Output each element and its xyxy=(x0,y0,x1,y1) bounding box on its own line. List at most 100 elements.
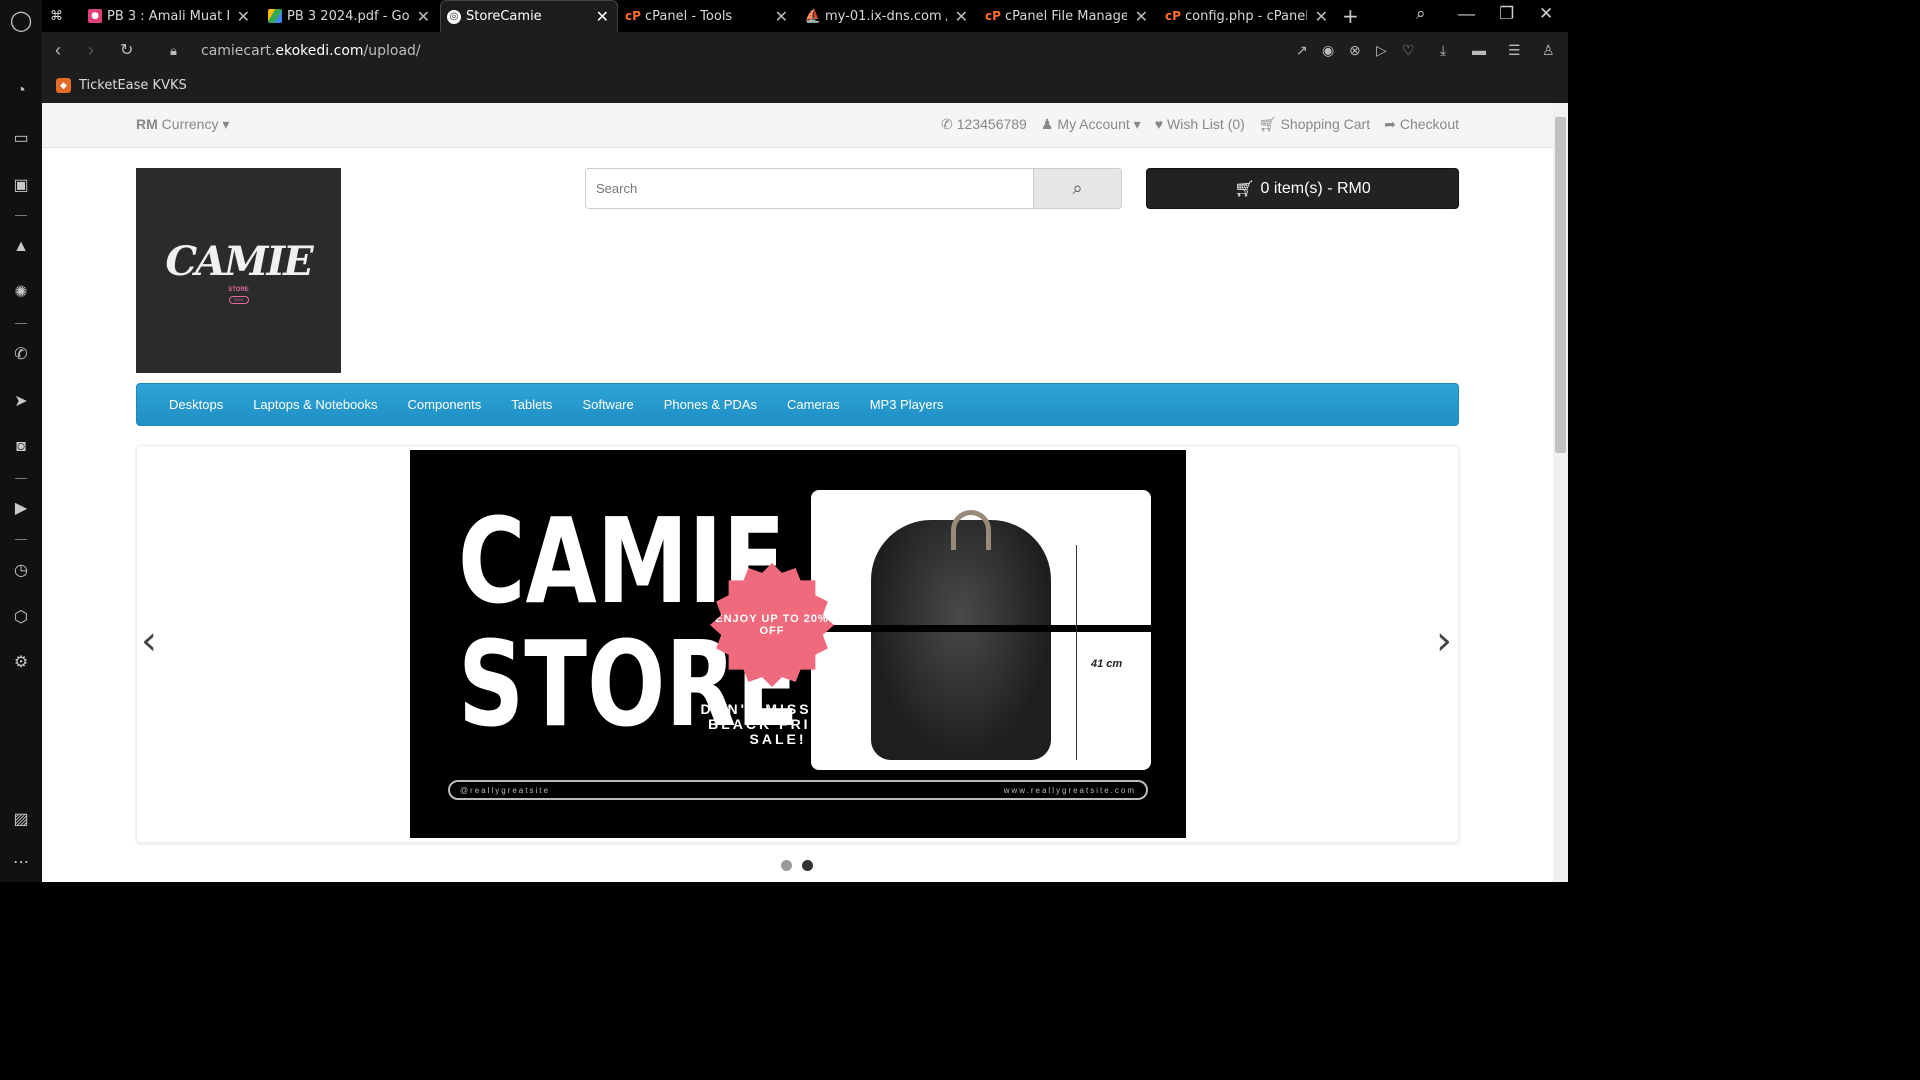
banner-image[interactable]: CAMIE STORE 41 cm ENJOY UP TO 20% OFF DO… xyxy=(410,450,1186,838)
checkout-label: Checkout xyxy=(1399,116,1459,132)
share-icon[interactable]: ↗ xyxy=(1296,42,1308,59)
back-icon[interactable]: ‹ xyxy=(55,40,61,61)
shopping-cart-link[interactable]: 🛒︎ Shopping Cart xyxy=(1259,116,1370,133)
sidebar-divider xyxy=(15,478,27,479)
search-tabs-icon[interactable]: ⌕ xyxy=(1416,4,1426,24)
easy-setup-icon[interactable]: ☰ xyxy=(1508,42,1521,59)
slide-dot-2[interactable] xyxy=(802,860,813,871)
tab-islands-icon[interactable]: ⌘ xyxy=(50,0,80,32)
search-button[interactable]: ⌕ xyxy=(1033,169,1121,208)
cart-button[interactable]: 🛒︎ 0 item(s) - RM0 xyxy=(1146,168,1459,209)
close-icon[interactable]: ✕ xyxy=(588,7,617,26)
url-prefix: camiecart. xyxy=(201,43,276,59)
restore-icon[interactable]: ❐ xyxy=(1499,4,1514,24)
banner-handle: @reallygreatsite xyxy=(460,785,550,795)
aria-icon[interactable]: ▲ xyxy=(10,236,32,258)
backpack-image xyxy=(871,520,1051,760)
settings-gear-icon[interactable]: ⚙ xyxy=(10,651,32,673)
drive-icon xyxy=(268,9,282,23)
tab-item[interactable]: ⛵ my-01.ix-dns.com / loc ✕ xyxy=(800,0,976,32)
more-icon[interactable]: ⋯ xyxy=(10,851,32,873)
my-account-link[interactable]: ♟ My Account ▾ xyxy=(1041,116,1141,133)
menu-item-software[interactable]: Software xyxy=(567,397,648,412)
cpu-icon[interactable]: ▣ xyxy=(10,174,32,196)
discord-icon[interactable]: ◙ xyxy=(10,436,32,458)
tab-title: cPanel - Tools xyxy=(645,8,733,24)
wish-list-link[interactable]: ♥ Wish List (0) xyxy=(1155,116,1245,133)
send-icon[interactable]: ▷ xyxy=(1376,42,1387,59)
menu-item-tablets[interactable]: Tablets xyxy=(496,397,567,412)
chatgpt-icon[interactable]: ✺ xyxy=(10,281,32,303)
opera-logo-icon[interactable]: ◯ xyxy=(10,9,32,32)
telegram-icon[interactable]: ➤ xyxy=(10,390,32,412)
minimize-icon[interactable]: — xyxy=(1458,4,1475,24)
tab-item[interactable]: cP cPanel - Tools ✕ xyxy=(620,0,796,32)
tab-item[interactable]: PB 3 2024.pdf - Google ✕ xyxy=(262,0,438,32)
globe-icon: ◎ xyxy=(447,9,461,24)
store-top-bar: RM Currency ▾ ✆ 123456789 ♟ My Account ▾ ♥… xyxy=(42,103,1553,148)
close-icon[interactable]: ✕ xyxy=(229,7,258,26)
whatsapp-icon[interactable]: ✆ xyxy=(10,343,32,365)
next-slide-icon[interactable]: › xyxy=(1436,618,1452,664)
banner-footer: @reallygreatsite www.reallygreatsite.com xyxy=(448,780,1148,800)
tab-item-active[interactable]: ◎ StoreCamie ✕ xyxy=(440,0,618,32)
close-icon[interactable]: ✕ xyxy=(409,7,438,26)
reload-icon[interactable]: ↻ xyxy=(120,40,133,60)
phone-link[interactable]: ✆ 123456789 xyxy=(941,116,1027,133)
page-viewport: RM Currency ▾ ✆ 123456789 ♟ My Account ▾ ♥… xyxy=(42,103,1568,882)
backpack-strap xyxy=(951,510,991,550)
browser-sidebar: ◯ ◔ ▭ ▣ ▲ ✺ ✆ ➤ ◙ ▶ ◷ ⬡ ⚙ ▨ ⋯ xyxy=(0,0,42,882)
search-input[interactable] xyxy=(586,169,1033,208)
sidebar-divider xyxy=(15,215,27,216)
heart-icon[interactable]: ♡ xyxy=(1402,42,1415,59)
slide-dot-1[interactable] xyxy=(781,860,792,871)
lock-icon[interactable]: 🔒︎ xyxy=(170,43,177,59)
forward-icon[interactable]: › xyxy=(88,40,94,61)
close-icon[interactable]: ✕ xyxy=(947,7,976,26)
menu-item-cameras[interactable]: Cameras xyxy=(772,397,855,412)
page-scrollbar[interactable] xyxy=(1553,103,1568,882)
battery-icon[interactable]: ▬ xyxy=(1472,42,1486,58)
extensions-icon[interactable]: ⬡ xyxy=(10,606,32,628)
tab-item[interactable]: cP config.php - cPanel File ✕ xyxy=(1160,0,1336,32)
menu-item-phones[interactable]: Phones & PDAs xyxy=(649,397,772,412)
briefcase-icon[interactable]: ▭ xyxy=(10,127,32,149)
speed-dial-icon[interactable]: ◔ xyxy=(10,80,32,102)
sidebar-divider xyxy=(15,539,27,540)
heart-icon: ♥ xyxy=(1154,116,1164,132)
close-icon[interactable]: ✕ xyxy=(1127,7,1156,26)
badge-text: ENJOY UP TO 20% OFF xyxy=(715,613,829,637)
tab-title: PB 3 2024.pdf - Google xyxy=(287,8,409,24)
close-window-icon[interactable]: ✕ xyxy=(1539,4,1553,24)
scrollbar-thumb[interactable] xyxy=(1555,117,1566,453)
bookmark-item[interactable]: ◆ TicketEase KVKS xyxy=(56,78,187,93)
url-field[interactable]: camiecart.ekokedi.com/upload/ xyxy=(201,43,421,59)
new-tab-plus-icon[interactable]: + xyxy=(1342,0,1370,32)
profile-icon[interactable]: ♙ xyxy=(1542,42,1555,59)
tab-item[interactable]: cP cPanel File Manager v3 ✕ xyxy=(980,0,1156,32)
currency-label: Currency xyxy=(161,116,219,132)
prev-slide-icon[interactable]: ‹ xyxy=(141,618,157,664)
history-icon[interactable]: ◷ xyxy=(10,559,32,581)
checkout-link[interactable]: ➦ Checkout xyxy=(1384,116,1459,133)
menu-item-mp3[interactable]: MP3 Players xyxy=(855,397,959,412)
menu-item-desktops[interactable]: Desktops xyxy=(154,397,238,412)
share-icon: ➦ xyxy=(1384,116,1396,132)
store-logo[interactable]: CAMIE STORE 2024 xyxy=(136,168,341,373)
cart-label: 0 item(s) - RM0 xyxy=(1260,179,1371,197)
close-icon[interactable]: ✕ xyxy=(1307,7,1336,26)
cpanel-icon: cP xyxy=(985,9,1001,23)
camera-icon[interactable]: ◉ xyxy=(1322,42,1334,59)
tab-item[interactable]: ● PB 3 : Amali Muat Naik ✕ xyxy=(82,0,258,32)
download-icon[interactable]: ⤓ xyxy=(1440,42,1446,59)
menu-item-components[interactable]: Components xyxy=(393,397,497,412)
player-icon[interactable]: ▶ xyxy=(10,497,32,519)
gallery-icon[interactable]: ▨ xyxy=(10,808,32,830)
currency-dropdown[interactable]: RM Currency ▾ xyxy=(136,116,229,133)
menu-item-laptops[interactable]: Laptops & Notebooks xyxy=(238,397,392,412)
close-icon[interactable]: ✕ xyxy=(767,7,796,26)
cpanel-icon: cP xyxy=(1165,9,1181,23)
cpanel-icon: cP xyxy=(625,9,641,23)
adblock-icon[interactable]: ⊗ xyxy=(1349,42,1361,59)
sale-text: DON'T MISS THE BLACK FRIDAY SALE! xyxy=(700,701,856,747)
